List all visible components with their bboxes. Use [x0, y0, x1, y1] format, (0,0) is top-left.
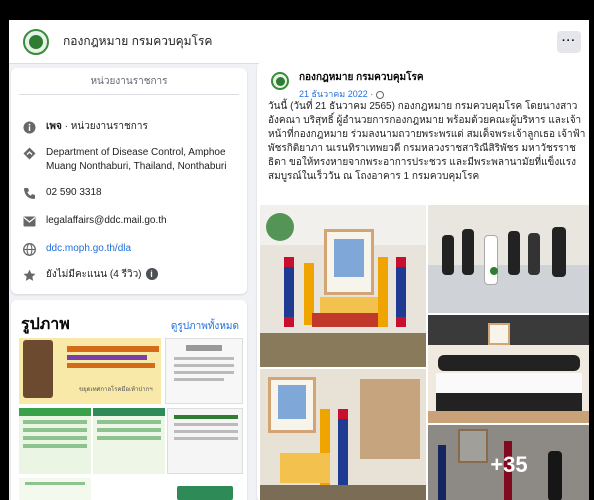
rating-info-icon[interactable]: i	[145, 268, 158, 281]
post-photo[interactable]	[260, 369, 426, 500]
photo-thumbnail[interactable]	[93, 408, 165, 474]
post-date[interactable]: 21 ธันวาคม 2022 ·	[299, 89, 373, 99]
post-photo[interactable]	[428, 315, 589, 423]
divider	[19, 94, 239, 95]
post-card: กองกฎหมาย กรมควบคุมโรค 21 ธันวาคม 2022 ·…	[257, 62, 589, 500]
post-photo-mosaic: +35	[260, 205, 589, 500]
page-logo[interactable]	[23, 28, 49, 55]
email-icon	[22, 214, 36, 228]
thumbnail-caption: ขยุดเทศกาลโรคมือเท้าปากฯ	[79, 386, 153, 393]
category-header: หน่วยงานราชการ	[90, 76, 168, 87]
post-photo-more[interactable]: +35	[428, 425, 589, 500]
page-type-label: เพจ	[46, 121, 62, 132]
photo-thumbnail[interactable]	[167, 478, 243, 500]
post-photo[interactable]	[428, 205, 589, 313]
photo-thumbnail[interactable]: ขยุดเทศกาลโรคมือเท้าปากฯ	[19, 338, 161, 404]
phone-icon	[22, 186, 36, 200]
info-icon	[22, 120, 36, 134]
phone-text[interactable]: 02 590 3318	[46, 186, 102, 200]
photos-title: รูปภาพ	[21, 316, 70, 333]
post-header: กองกฎหมาย กรมควบคุมโรค 21 ธันวาคม 2022 ·	[271, 70, 424, 101]
post-author[interactable]: กองกฎหมาย กรมควบคุมโรค	[299, 70, 424, 85]
more-options-button[interactable]: ···	[557, 31, 581, 53]
photos-grid: ขยุดเทศกาลโรคมือเท้าปากฯ	[19, 338, 243, 500]
photo-thumbnail[interactable]	[165, 338, 243, 404]
browser-frame: กองกฎหมาย กรมควบคุมโรค ··· หน่วยงานราชกา…	[9, 20, 589, 500]
rating-text[interactable]: ยังไม่มีคะแนน (4 รีวิว)	[46, 269, 142, 280]
address-text[interactable]: Department of Disease Control, Amphoe Mu…	[46, 146, 247, 174]
address-row: Department of Disease Control, Amphoe Mu…	[11, 146, 247, 174]
intro-card: หน่วยงานราชการ เพจ · หน่วยงานราชการ Depa…	[11, 68, 247, 294]
page-title[interactable]: กองกฎหมาย กรมควบคุมโรค	[63, 32, 212, 51]
website-link[interactable]: ddc.moph.go.th/dla	[46, 242, 131, 256]
page-type-category[interactable]: · หน่วยงานราชการ	[62, 121, 148, 132]
photo-thumbnail[interactable]	[167, 408, 243, 474]
globe-icon	[22, 242, 36, 256]
page-type-row: เพจ · หน่วยงานราชการ	[11, 120, 247, 134]
location-icon	[22, 146, 36, 160]
see-all-photos-link[interactable]: ดูรูปภาพทั้งหมด	[171, 319, 239, 334]
post-body: วันนี้ (วันที่ 21 ธันวาคม 2565) กองกฎหมา…	[268, 101, 586, 182]
email-text[interactable]: legalaffairs@ddc.mail.go.th	[46, 214, 167, 228]
phone-row: 02 590 3318	[11, 186, 247, 200]
star-icon	[22, 268, 36, 282]
rating-row: ยังไม่มีคะแนน (4 รีวิว) i	[11, 268, 247, 282]
post-photo[interactable]	[260, 205, 426, 367]
email-row: legalaffairs@ddc.mail.go.th	[11, 214, 247, 228]
public-globe-icon	[376, 90, 385, 99]
photo-thumbnail[interactable]	[19, 408, 91, 474]
website-row: ddc.moph.go.th/dla	[11, 242, 247, 256]
page-header: กองกฎหมาย กรมควบคุมโรค ···	[9, 20, 589, 64]
more-photos-count[interactable]: +35	[428, 425, 589, 500]
photo-thumbnail[interactable]	[19, 478, 91, 500]
photos-card: รูปภาพ ดูรูปภาพทั้งหมด ขยุดเทศกาลโรคมือเ…	[11, 300, 247, 500]
author-avatar[interactable]	[271, 72, 289, 90]
